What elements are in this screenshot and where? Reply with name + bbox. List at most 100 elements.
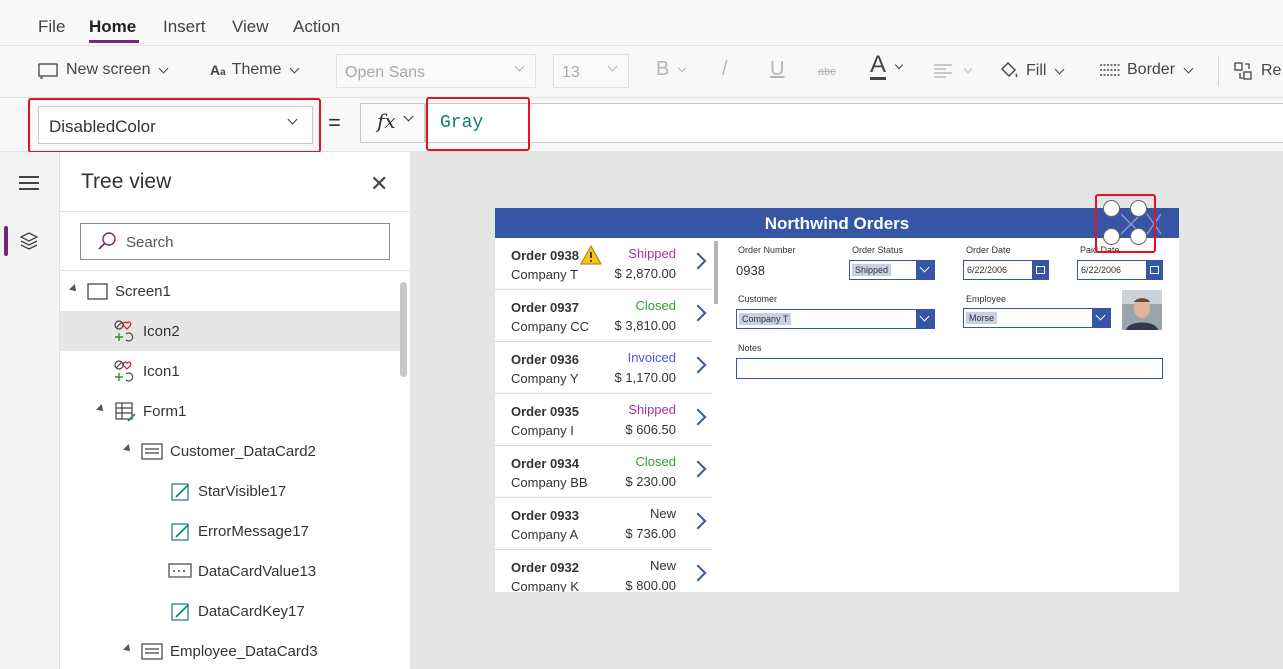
font-size-value: 13 [562,64,580,81]
order-status-label: Order Status [852,245,904,255]
order-list-scrollbar[interactable] [714,241,718,304]
order-list-item[interactable]: Order 0938 Company T Shipped $ 2,870.00 [495,238,712,290]
tree-node-starvisible[interactable]: StarVisible17 [198,483,286,500]
fill-bucket-icon [1001,62,1018,78]
chevron-right-icon[interactable] [689,512,707,530]
customer-dropdown[interactable]: Company T [736,309,935,329]
tree-node-datacardvalue[interactable]: DataCardValue13 [198,563,316,580]
chevron-right-icon[interactable] [689,564,707,582]
edit-label-icon [171,603,189,621]
font-size-select[interactable]: 13 [553,54,629,88]
fill-label: Fill [1026,62,1047,79]
order-status: Shipped [628,402,676,417]
bold-button[interactable]: B [656,58,687,81]
resize-handle[interactable] [1103,200,1120,217]
menu-view[interactable]: View [232,17,269,37]
order-status-dropdown[interactable]: Shipped [849,260,935,280]
order-amount: $ 230.00 [625,474,676,489]
hamburger-menu-icon[interactable] [19,176,39,194]
order-amount: $ 800.00 [625,578,676,592]
screen-icon [87,283,108,300]
resize-handle[interactable] [1130,228,1147,245]
order-list-item[interactable]: Order 0934 Company BB Closed $ 230.00 [495,446,712,498]
rail-active-indicator [4,226,8,256]
tree-node-screen1[interactable]: Screen1 [115,283,171,300]
close-icon[interactable]: ✕ [370,172,388,197]
underline-button[interactable]: U [770,58,784,81]
order-number-label: Order Number [738,245,796,255]
italic-label: / [722,58,728,80]
strikethrough-button[interactable]: abc [818,66,836,78]
order-date-picker[interactable]: 6/22/2006 [963,260,1049,280]
menu-action[interactable]: Action [293,17,340,37]
chevron-right-icon[interactable] [689,460,707,478]
align-icon [934,64,952,78]
edit-label-icon [171,523,189,541]
new-screen-button[interactable]: New screen [38,61,169,79]
tree-node-datacardkey[interactable]: DataCardKey17 [198,603,305,620]
formula-input[interactable] [425,103,1283,143]
italic-button[interactable]: / [722,58,728,81]
employee-value: Morse [966,312,998,324]
search-icon [98,232,116,250]
fx-button[interactable]: fx [360,103,425,143]
order-company: Company T [511,267,578,282]
order-status: Closed [635,454,676,469]
toolbar-divider [1218,56,1219,86]
layers-icon[interactable] [19,231,39,251]
font-color-button[interactable]: A [870,53,904,80]
order-company: Company I [511,423,574,438]
paid-date-picker[interactable]: 6/22/2006 [1077,260,1163,280]
underline-label: U [770,58,785,80]
chevron-right-icon[interactable] [689,304,707,322]
menu-file[interactable]: File [38,17,65,37]
theme-label: Theme [231,61,282,78]
chevron-down-icon [403,111,414,122]
tree-node-form1[interactable]: Form1 [143,403,186,420]
employee-label: Employee [966,294,1007,304]
chevron-right-icon[interactable] [689,408,707,426]
chevron-down-icon [607,61,618,72]
order-amount: $ 606.50 [625,422,676,437]
tree-node-errormessage[interactable]: ErrorMessage17 [198,523,309,540]
tree-node-icon1[interactable]: Icon1 [143,363,180,380]
chevron-right-icon[interactable] [689,356,707,374]
datacard-icon [141,643,163,660]
font-color-label: A [870,51,887,80]
align-button[interactable] [933,64,973,78]
order-status: New [649,506,676,521]
edit-label-icon [171,483,189,501]
new-screen-label: New screen [66,61,151,78]
property-highlight [28,98,321,153]
reorder-button[interactable]: Re [1233,61,1281,81]
theme-button[interactable]: Aa Theme [210,61,300,79]
fill-button[interactable]: Fill [998,61,1065,81]
chevron-down-icon [1054,64,1065,74]
order-number: Order 0938 [511,248,579,263]
chevron-down-icon [290,63,300,73]
order-list-item[interactable]: Order 0933 Company A New $ 736.00 [495,498,712,550]
employee-dropdown[interactable]: Morse [963,308,1111,328]
tree-scrollbar[interactable] [400,282,407,377]
menu-home[interactable]: Home [89,17,136,37]
divider [60,211,411,212]
resize-handle[interactable] [1103,228,1120,245]
order-number: Order 0932 [511,560,579,575]
order-list-item[interactable]: Order 0936 Company Y Invoiced $ 1,170.00 [495,342,712,394]
border-button[interactable]: Border [1099,61,1194,79]
font-family-value: Open Sans [345,64,426,81]
font-family-select[interactable]: Open Sans [336,54,536,88]
customer-label: Customer [738,294,778,304]
app-screen: Northwind Orders Order 0938 Company T Ship… [495,208,1179,592]
order-list-item[interactable]: Order 0935 Company I Shipped $ 606.50 [495,394,712,446]
tree-node-icon2[interactable]: Icon2 [143,323,180,340]
tree-node-employee-datacard[interactable]: Employee_DataCard3 [170,643,318,660]
notes-input[interactable] [736,358,1163,379]
menu-insert[interactable]: Insert [163,17,206,37]
tree-node-customer-datacard[interactable]: Customer_DataCard2 [170,443,316,460]
resize-handle[interactable] [1130,200,1147,217]
order-list-item[interactable]: Order 0932 Company K New $ 800.00 [495,550,712,592]
chevron-right-icon[interactable] [689,252,707,270]
order-list-item[interactable]: Order 0937 Company CC Closed $ 3,810.00 [495,290,712,342]
order-amount: $ 2,870.00 [614,266,676,281]
